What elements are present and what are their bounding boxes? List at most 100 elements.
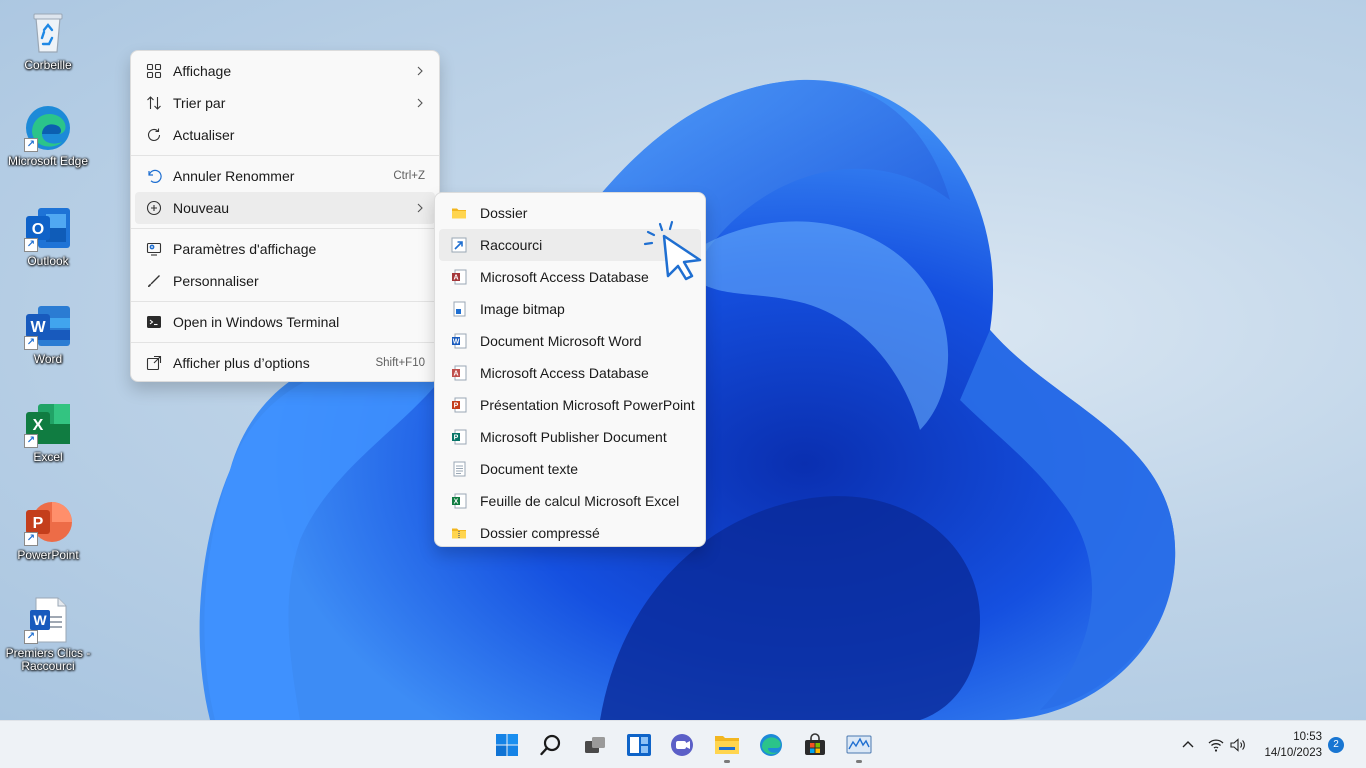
menu-separator: [131, 155, 439, 156]
desktop-icon-word[interactable]: W ↗ Word: [4, 302, 92, 366]
submenu-item-label: Dossier: [480, 205, 528, 221]
running-indicator: [856, 760, 862, 763]
menu-separator: [131, 342, 439, 343]
svg-text:P: P: [33, 515, 44, 532]
menu-item-actualiser[interactable]: Actualiser: [135, 119, 435, 151]
display-settings-icon: [146, 241, 162, 257]
desktop-icon-premiers-clics[interactable]: W ↗ Premiers Clics - Raccourci: [4, 596, 92, 673]
menu-item-label: Open in Windows Terminal: [173, 314, 340, 330]
powerpoint-icon: P ↗: [24, 498, 72, 546]
volume-button[interactable]: [1228, 721, 1248, 768]
bitmap-icon: [451, 301, 467, 317]
submenu-item-publisher-document[interactable]: P Microsoft Publisher Document: [439, 421, 701, 453]
shortcut-arrow-icon: ↗: [24, 336, 38, 350]
svg-text:W: W: [30, 319, 46, 336]
menu-separator: [131, 228, 439, 229]
menu-item-label: Affichage: [173, 63, 232, 79]
chat-icon: [671, 734, 693, 756]
submenu-item-powerpoint-presentation[interactable]: P Présentation Microsoft PowerPoint: [439, 389, 701, 421]
notification-badge[interactable]: 2: [1328, 737, 1344, 753]
word-icon: W ↗: [24, 302, 72, 350]
excel-icon: X ↗: [24, 400, 72, 448]
terminal-icon: [146, 314, 162, 330]
submenu-item-label: Image bitmap: [480, 301, 565, 317]
submenu-item-label: Document texte: [480, 461, 579, 477]
submenu-item-label: Microsoft Publisher Document: [480, 429, 667, 445]
performance-monitor-button[interactable]: [841, 727, 877, 763]
clock-button[interactable]: 10:53 14/10/2023: [1264, 729, 1322, 761]
outlook-icon: O ↗: [24, 204, 72, 252]
chevron-right-icon: [417, 98, 423, 108]
chat-button[interactable]: [665, 727, 701, 763]
submenu-item-label: Présentation Microsoft PowerPoint: [480, 397, 695, 413]
desktop-icon-powerpoint[interactable]: P ↗ PowerPoint: [4, 498, 92, 562]
grid-view-icon: [146, 63, 162, 79]
network-button[interactable]: [1206, 721, 1226, 768]
store-button[interactable]: [797, 727, 833, 763]
svg-text:W: W: [33, 612, 47, 628]
file-explorer-icon: [715, 736, 739, 754]
widgets-button[interactable]: [621, 727, 657, 763]
edge-taskbar-button[interactable]: [753, 727, 789, 763]
desktop-icon-label: Corbeille: [24, 58, 72, 72]
desktop-icon-label: Microsoft Edge: [7, 154, 89, 168]
menu-item-afficher-plus-options[interactable]: Afficher plus d’options Shift+F10: [135, 347, 435, 379]
submenu-item-word-document[interactable]: W Document Microsoft Word: [439, 325, 701, 357]
shortcut-arrow-icon: ↗: [24, 434, 38, 448]
submenu-item-document-texte[interactable]: Document texte: [439, 453, 701, 485]
svg-text:X: X: [454, 499, 459, 506]
menu-item-label: Afficher plus d’options: [173, 355, 310, 371]
shortcut-arrow-icon: ↗: [24, 138, 38, 152]
shortcut-arrow-icon: ↗: [24, 630, 38, 644]
submenu-item-dossier-compresse[interactable]: Dossier compressé: [439, 517, 701, 549]
submenu-item-label: Document Microsoft Word: [480, 333, 642, 349]
svg-text:A: A: [453, 371, 458, 378]
desktop-icon-edge[interactable]: ↗ Microsoft Edge: [4, 104, 92, 168]
wifi-icon: [1208, 739, 1224, 752]
svg-text:P: P: [454, 435, 459, 442]
menu-item-annuler-renommer[interactable]: Annuler Renommer Ctrl+Z: [135, 160, 435, 192]
desktop-icon-label: Word: [33, 352, 63, 366]
store-icon: [805, 733, 825, 755]
sort-icon: [146, 95, 162, 111]
menu-item-label: Trier par: [173, 95, 226, 111]
menu-item-label: Nouveau: [173, 200, 230, 216]
show-hidden-icons-button[interactable]: [1178, 721, 1198, 768]
menu-item-open-terminal[interactable]: Open in Windows Terminal: [135, 306, 435, 338]
excel-doc-icon: X: [451, 493, 467, 509]
svg-text:A: A: [453, 275, 458, 282]
desktop-context-menu: Affichage Trier par Actualiser Annuler R…: [130, 50, 440, 382]
start-icon: [496, 734, 518, 756]
performance-monitor-icon: [846, 735, 872, 754]
desktop-icon-outlook[interactable]: O ↗ Outlook: [4, 204, 92, 268]
publisher-doc-icon: P: [451, 429, 467, 445]
submenu-item-label: Microsoft Access Database: [480, 365, 649, 381]
menu-item-personnaliser[interactable]: Personnaliser: [135, 265, 435, 297]
start-button[interactable]: [489, 727, 525, 763]
task-view-button[interactable]: [577, 727, 613, 763]
submenu-item-access-database-2[interactable]: A Microsoft Access Database: [439, 357, 701, 389]
desktop-icon-label: Excel: [33, 450, 63, 464]
search-button[interactable]: [533, 727, 569, 763]
task-view-icon: [585, 737, 605, 753]
desktop-icon-excel[interactable]: X ↗ Excel: [4, 400, 92, 464]
chevron-up-icon: [1182, 741, 1194, 748]
desktop-icon-recycle-bin[interactable]: Corbeille: [4, 8, 92, 72]
menu-item-nouveau[interactable]: Nouveau: [135, 192, 435, 224]
submenu-item-image-bitmap[interactable]: Image bitmap: [439, 293, 701, 325]
svg-text:P: P: [454, 403, 459, 410]
powerpoint-doc-icon: P: [451, 397, 467, 413]
folder-icon: [451, 205, 467, 221]
desktop-icon-label: Outlook: [27, 254, 69, 268]
menu-item-label: Paramètres d'affichage: [173, 241, 317, 257]
menu-item-affichage[interactable]: Affichage: [135, 55, 435, 87]
submenu-item-excel-spreadsheet[interactable]: X Feuille de calcul Microsoft Excel: [439, 485, 701, 517]
access-icon: A: [451, 365, 467, 381]
search-icon: [540, 734, 561, 756]
menu-item-trier-par[interactable]: Trier par: [135, 87, 435, 119]
file-explorer-button[interactable]: [709, 727, 745, 763]
new-plus-icon: [146, 200, 162, 216]
keyboard-shortcut: Ctrl+Z: [393, 170, 425, 182]
mouse-cursor-icon: [643, 220, 702, 281]
menu-item-parametres-affichage[interactable]: Paramètres d'affichage: [135, 233, 435, 265]
